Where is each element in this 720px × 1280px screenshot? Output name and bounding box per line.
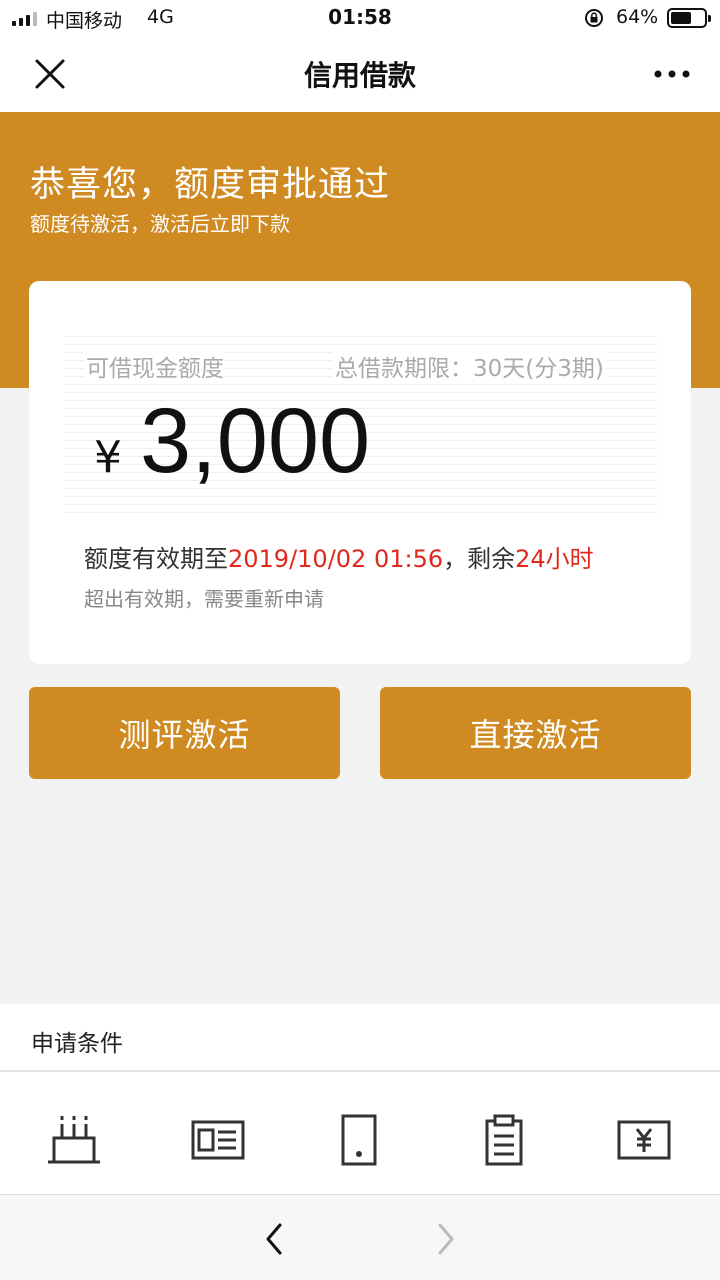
battery-percent: 64% <box>616 6 659 28</box>
navigation-bar: 信用借款 <box>0 36 720 112</box>
clock: 01:58 <box>328 5 392 29</box>
back-icon[interactable] <box>258 1219 290 1259</box>
evaluate-activate-button[interactable]: 测评激活 <box>29 687 340 779</box>
validity-remaining: 24小时 <box>515 545 594 573</box>
browser-toolbar <box>0 1194 720 1280</box>
divider <box>0 1070 720 1072</box>
battery-icon <box>667 8 711 28</box>
validity-line: 额度有效期至2019/10/02 01:56，剩余24小时 <box>84 539 594 574</box>
approval-title: 恭喜您，额度审批通过 <box>30 165 391 205</box>
approval-subtitle: 额度待激活，激活后立即下款 <box>30 212 290 236</box>
rotation-lock-icon <box>585 9 603 27</box>
credit-amount: 3,000 <box>140 390 371 492</box>
battery-fill <box>671 12 691 24</box>
credit-limit-card: 可借现金额度 总借款期限：30天(分3期) ¥ 3,000 额度有效期至2019… <box>29 281 691 664</box>
yuan-card-icon <box>617 1120 671 1160</box>
loan-term-label: 总借款期限：30天(分3期) <box>333 349 606 383</box>
validity-prefix: 额度有效期至 <box>84 545 228 573</box>
currency-symbol: ¥ <box>94 432 122 483</box>
id-card-icon <box>191 1120 245 1160</box>
conditions-title: 申请条件 <box>31 1031 123 1057</box>
clipboard-icon <box>485 1114 523 1166</box>
validity-date: 2019/10/02 01:56 <box>228 545 444 573</box>
validity-note: 超出有效期，需要重新申请 <box>84 587 324 611</box>
forward-icon[interactable] <box>430 1219 462 1259</box>
status-bar: 中国移动 4G 01:58 64% <box>0 0 720 36</box>
application-conditions: 申请条件 <box>0 1004 720 1194</box>
phone-icon <box>341 1114 377 1166</box>
direct-activate-button[interactable]: 直接激活 <box>380 687 691 779</box>
page-title: 信用借款 <box>303 59 416 92</box>
amount-display: ¥ 3,000 <box>94 389 370 492</box>
cake-icon <box>48 1116 100 1164</box>
available-amount-label: 可借现金额度 <box>84 349 226 383</box>
more-icon[interactable] <box>650 62 694 86</box>
validity-mid: ，剩余 <box>443 545 516 573</box>
